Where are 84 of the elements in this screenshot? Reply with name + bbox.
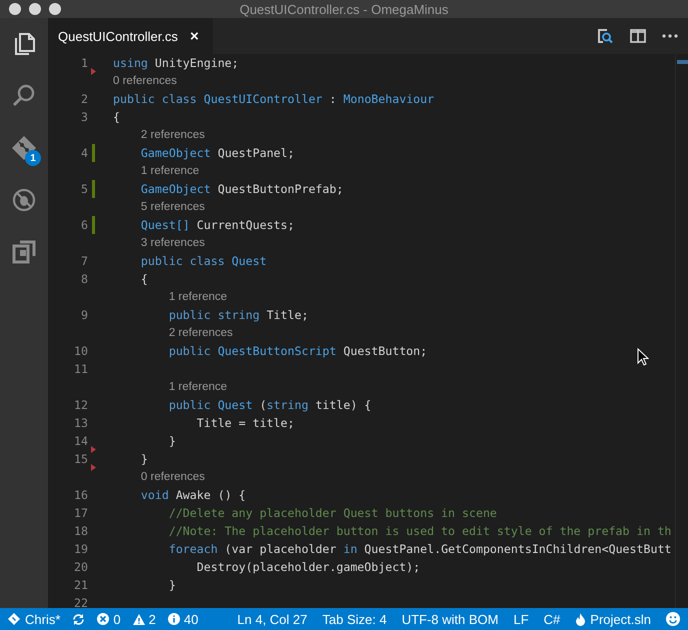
line-number: 11 (73, 362, 88, 376)
code-line: Title = title; (196, 416, 294, 430)
line-number: 13 (73, 416, 88, 430)
line-number: 9 (80, 308, 88, 322)
references-link[interactable]: 2 references (140, 129, 205, 141)
code-line: } (168, 434, 176, 448)
references-link[interactable]: 1 reference (168, 381, 228, 393)
status-item[interactable]: UTF-8 with BOM (402, 612, 498, 626)
minimize-window-button[interactable] (29, 3, 41, 15)
code-line: public class QuestUIController : MonoBehaviour (113, 92, 434, 106)
warning-icon (132, 614, 145, 624)
zoom-window-button[interactable] (49, 3, 61, 15)
line-number: 18 (73, 524, 88, 538)
status-item[interactable]: Ln 4, Col 27 (237, 612, 308, 626)
sync-icon[interactable] (72, 612, 86, 626)
line-number: 14 (73, 434, 88, 448)
code-line: public class Quest (140, 254, 267, 268)
line-number: 19 (73, 542, 88, 556)
code-line: } (168, 578, 176, 592)
line-number: 20 (73, 560, 88, 574)
line-number: 1 (80, 56, 88, 70)
error-icon (97, 613, 110, 625)
branch-status[interactable]: Chris* (8, 612, 60, 626)
code-line: public string Title; (168, 308, 308, 322)
line-number: 15 (73, 452, 88, 466)
code-line: } (140, 452, 148, 466)
references-link[interactable]: 0 references (113, 75, 177, 87)
more-actions-icon[interactable] (662, 34, 678, 38)
git-icon (8, 613, 20, 625)
search-icon (11, 83, 37, 109)
code-line: { (140, 272, 148, 286)
line-number: 16 (73, 488, 88, 502)
code-line: GameObject QuestPanel; (140, 146, 294, 160)
line-number: 12 (73, 398, 88, 412)
code-line: //Delete any placeholder Quest buttons in scene (168, 506, 497, 520)
window-title: QuestUIController.cs - OmegaMinus (240, 2, 448, 16)
count-badge: 1 (25, 150, 41, 166)
references-link[interactable]: 2 references (168, 327, 233, 339)
references-link[interactable]: 5 references (140, 201, 205, 213)
close-window-button[interactable] (9, 3, 21, 15)
code-line: { (113, 110, 120, 124)
line-number: 8 (80, 272, 88, 286)
flame-icon (575, 612, 586, 626)
close-tab-button[interactable]: × (190, 28, 199, 44)
code-line: public QuestButtonScript QuestButton; (168, 344, 428, 358)
smiley-icon[interactable] (666, 612, 680, 626)
code-line: using UnityEngine; (113, 56, 239, 70)
code-line: void Awake () { (140, 488, 246, 502)
code-line: GameObject QuestButtonPrefab; (140, 182, 344, 196)
git-view-button[interactable]: 1 (6, 130, 42, 166)
code-line: public Quest (string title) { (168, 398, 372, 412)
status-item[interactable]: Tab Size: 4 (322, 612, 387, 626)
code-line: foreach (var placeholder in QuestPanel.GetComponentsInChildren<QuestButt (168, 542, 672, 556)
code-line: //Note: The placeholder button is used to edit style of the prefab in th (168, 524, 672, 538)
line-number: 2 (80, 92, 88, 106)
error-count[interactable]: 0 (97, 612, 121, 626)
code-line: Destroy(placeholder.gameObject); (196, 560, 420, 574)
references-link[interactable]: 1 reference (168, 291, 228, 303)
line-number: 17 (73, 506, 88, 520)
line-number: 10 (73, 344, 88, 358)
info-icon (168, 613, 180, 625)
references-link[interactable]: 3 references (140, 237, 205, 249)
line-number: 7 (80, 254, 88, 268)
extensions-icon (12, 240, 36, 264)
references-link[interactable]: 1 reference (140, 165, 200, 177)
code-line: Quest[] CurrentQuests; (140, 218, 294, 232)
info-count[interactable]: 40 (168, 612, 198, 626)
status-item[interactable]: C# (544, 612, 560, 626)
no-bug-icon (11, 187, 37, 213)
line-number: 5 (80, 182, 88, 196)
status-item[interactable]: LF (514, 612, 529, 626)
references-link[interactable]: 0 references (140, 471, 205, 483)
split-editor-icon[interactable] (630, 29, 646, 43)
cursor-position-marker (677, 60, 688, 64)
line-number: 6 (80, 218, 88, 232)
line-number: 21 (73, 578, 88, 592)
editor-tab[interactable]: QuestUIController.cs × (48, 18, 213, 54)
line-number: 4 (80, 146, 88, 160)
preview-search-icon[interactable] (596, 27, 614, 45)
mouse-pointer-icon (637, 348, 649, 366)
warning-count[interactable]: 2 (132, 612, 156, 626)
project-status[interactable]: Project.sln (575, 612, 651, 626)
line-number: 22 (73, 596, 88, 608)
line-number: 3 (80, 110, 88, 124)
